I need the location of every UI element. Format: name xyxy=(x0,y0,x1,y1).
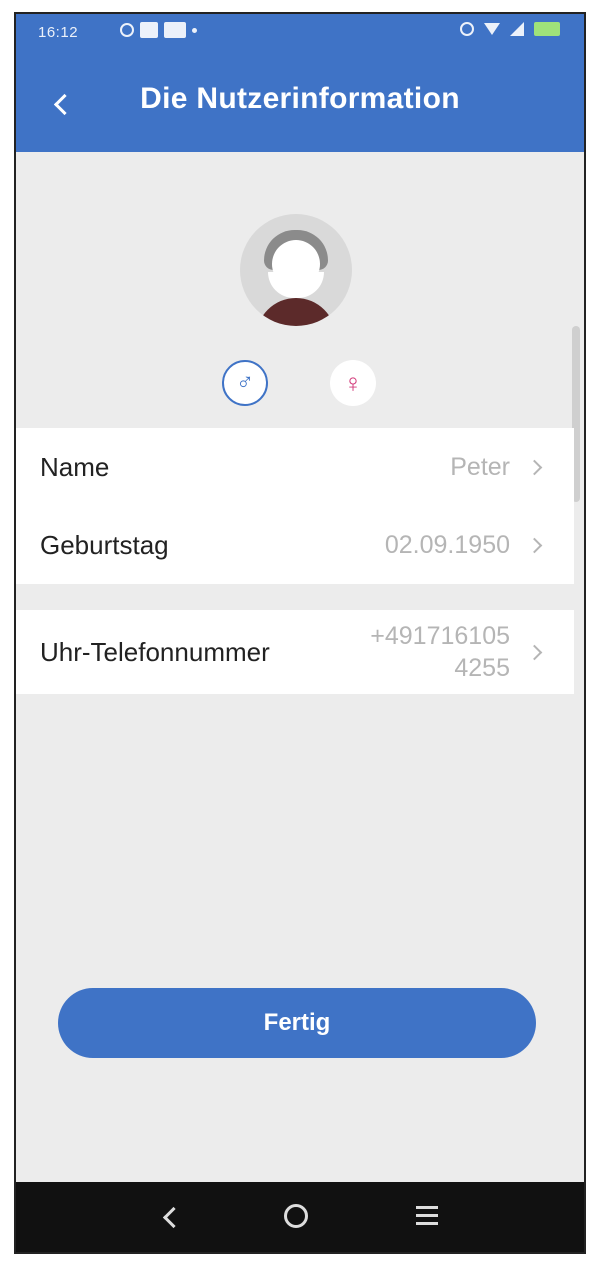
nav-menu-button[interactable] xyxy=(416,1206,438,1226)
gender-female-button[interactable]: ♀ xyxy=(330,360,376,406)
chevron-right-icon xyxy=(526,537,543,553)
birthday-label: Geburtstag xyxy=(40,529,169,560)
signal-icon xyxy=(510,22,524,36)
status-bar: 16:12 xyxy=(16,14,584,52)
avatar-body xyxy=(256,298,336,326)
wifi-icon xyxy=(484,23,500,35)
menu-line xyxy=(416,1214,438,1217)
status-time: 16:12 xyxy=(38,24,79,41)
notification-icon xyxy=(120,23,134,37)
info-group-personal: Name Peter Geburtstag 02.09.1950 xyxy=(16,428,574,584)
name-row[interactable]: Name Peter xyxy=(16,428,574,506)
watch-phone-value-line2: 4255 xyxy=(454,654,510,682)
app-notification-icon xyxy=(140,22,158,38)
birthday-row[interactable]: Geburtstag 02.09.1950 xyxy=(16,506,574,584)
system-icons xyxy=(460,22,560,36)
nav-back-button[interactable] xyxy=(158,1204,185,1230)
app-bar: 16:12 Die Nutzerinformation xyxy=(16,14,584,152)
notification-icons xyxy=(120,22,197,38)
menu-line xyxy=(416,1222,438,1225)
system-nav-bar xyxy=(16,1182,584,1252)
watch-phone-value-line1: +491716105 xyxy=(370,621,510,650)
menu-line xyxy=(416,1206,438,1209)
watch-phone-label: Uhr-Telefonnummer xyxy=(40,636,270,667)
back-icon xyxy=(162,1206,185,1229)
page-title: Die Nutzerinformation xyxy=(140,82,460,115)
gender-male-button[interactable]: ♂ xyxy=(222,360,268,406)
done-button[interactable]: Fertig xyxy=(58,988,536,1058)
info-group-phone: Uhr-Telefonnummer +491716105 4255 xyxy=(16,610,574,694)
chevron-right-icon xyxy=(526,644,543,660)
message-icon xyxy=(164,22,186,38)
name-label: Name xyxy=(40,451,110,482)
alarm-icon xyxy=(460,22,474,36)
avatar[interactable] xyxy=(240,214,352,326)
female-icon: ♀ xyxy=(343,368,363,398)
more-dot-icon xyxy=(192,27,197,33)
male-icon: ♂ xyxy=(236,369,254,396)
nav-home-button[interactable] xyxy=(284,1204,308,1228)
battery-icon xyxy=(534,22,560,36)
watch-phone-row[interactable]: Uhr-Telefonnummer +491716105 4255 xyxy=(16,610,574,694)
name-value: Peter xyxy=(450,452,510,481)
avatar-beard xyxy=(268,272,324,298)
phone-screen: 16:12 Die Nutzerinformation ♂ ♀ Name Pet… xyxy=(14,12,586,1254)
watch-phone-value: +491716105 4255 xyxy=(370,620,510,685)
birthday-value: 02.09.1950 xyxy=(384,530,510,559)
chevron-right-icon xyxy=(526,459,543,475)
